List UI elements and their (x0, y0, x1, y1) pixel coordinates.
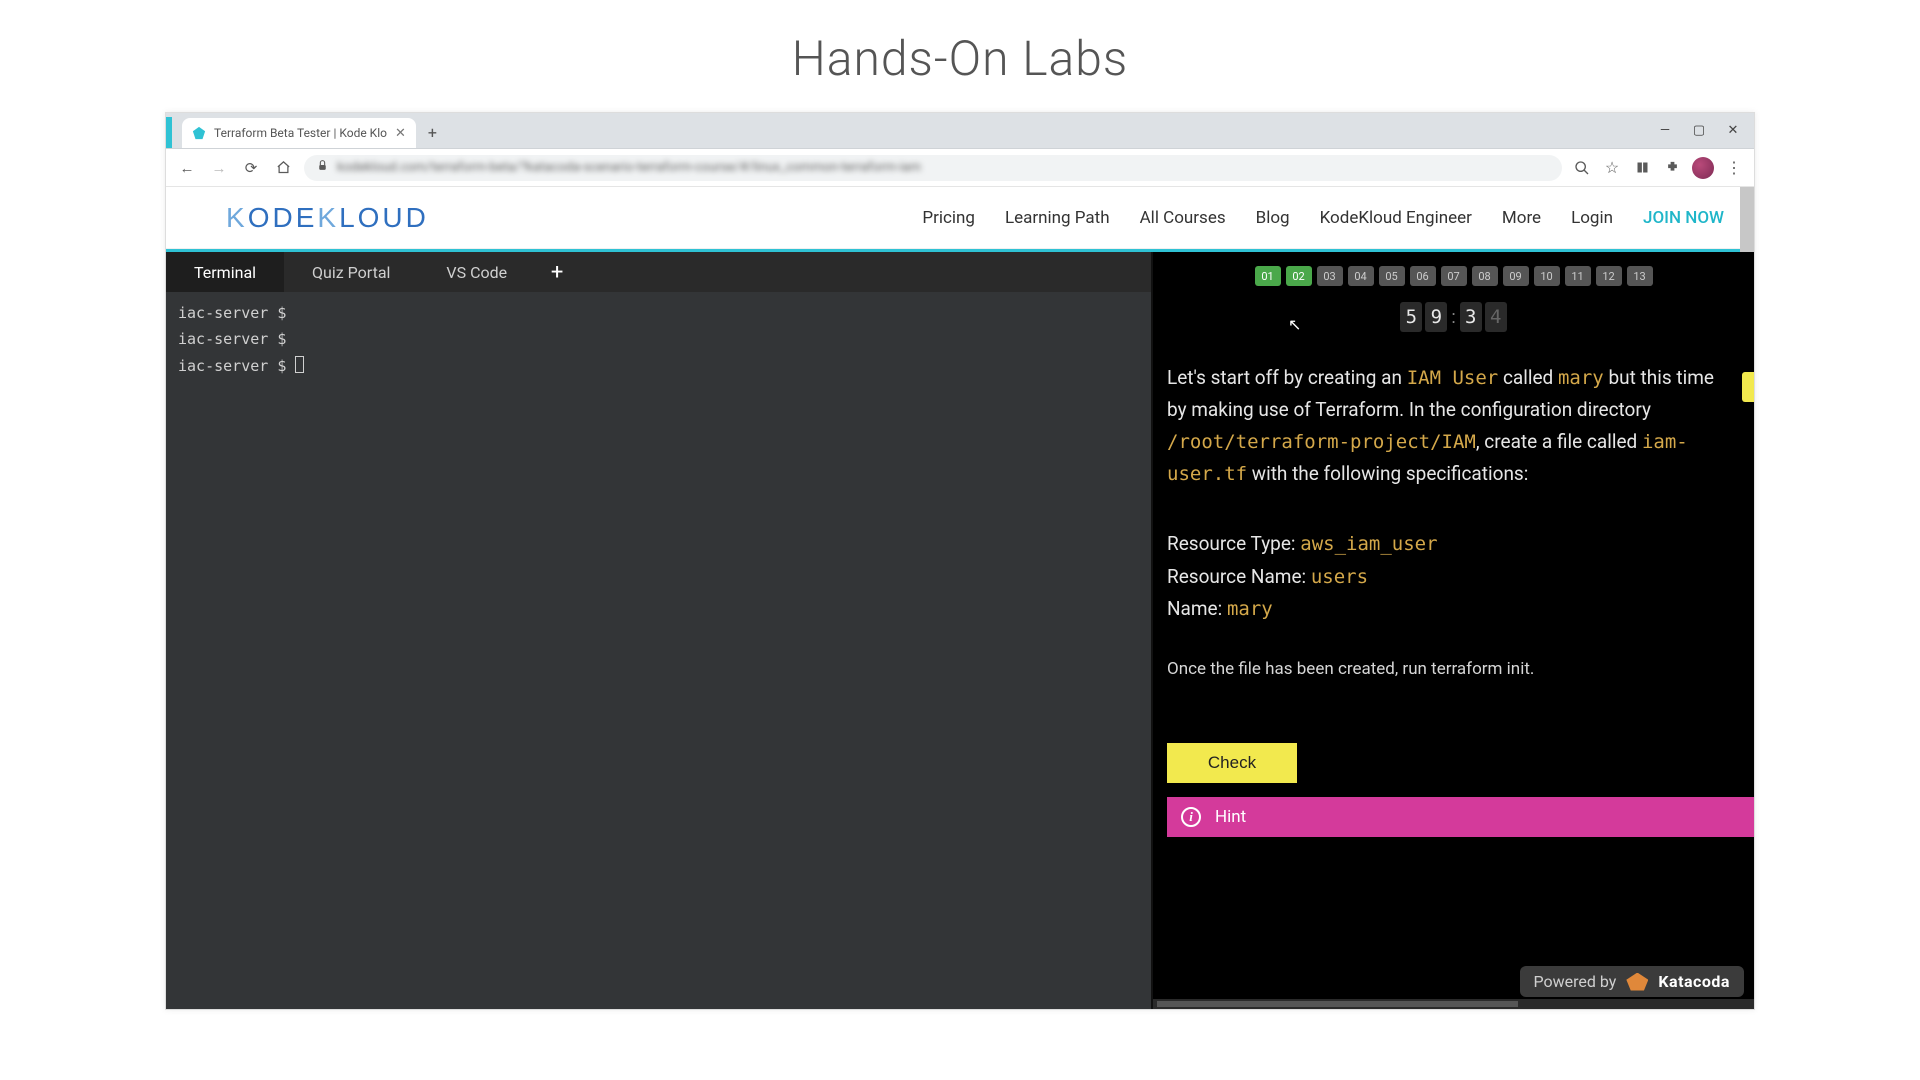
kebab-menu-icon[interactable]: ⋮ (1724, 158, 1744, 178)
step-11[interactable]: 11 (1565, 266, 1591, 286)
zoom-icon[interactable] (1572, 158, 1592, 178)
nav-blog[interactable]: Blog (1256, 208, 1290, 228)
right-panel: 01 02 03 04 05 06 07 08 09 10 11 12 13 5… (1151, 252, 1754, 1009)
tab-bar-accent (166, 117, 172, 148)
step-05[interactable]: 05 (1379, 266, 1405, 286)
nav-forward-icon[interactable]: → (208, 157, 230, 179)
terminal-cursor-icon (295, 356, 304, 373)
info-icon: i (1181, 807, 1201, 827)
url-field[interactable]: kodekloud.com/terraform-beta/?katacoda-s… (304, 155, 1562, 181)
nav-learning-path[interactable]: Learning Path (1005, 208, 1110, 228)
spec-resource-type: Resource Type: aws_iam_user (1167, 528, 1738, 560)
nav-reload-icon[interactable]: ⟳ (240, 157, 262, 179)
lock-icon (316, 159, 329, 176)
timer-digit: 9 (1425, 302, 1447, 332)
step-02[interactable]: 02 (1286, 266, 1312, 286)
browser-window: Terraform Beta Tester | Kode Klo ✕ + — ▢… (165, 112, 1755, 1010)
step-09[interactable]: 09 (1503, 266, 1529, 286)
code-mary: mary (1558, 367, 1604, 389)
hint-button[interactable]: i Hint (1167, 797, 1754, 837)
horizontal-scrollbar[interactable] (1153, 999, 1754, 1009)
nav-back-icon[interactable]: ← (176, 157, 198, 179)
terminal-line: iac-server $ (178, 326, 1139, 352)
tab-vs-code[interactable]: VS Code (418, 252, 535, 292)
spec-resource-name: Resource Name: users (1167, 561, 1738, 593)
page-title: Hands-On Labs (0, 0, 1920, 112)
timer-digit: 4 (1485, 302, 1507, 332)
powered-by-badge[interactable]: Powered by Katacoda (1520, 966, 1745, 997)
window-controls: — ▢ ✕ (1650, 117, 1748, 143)
katacoda-brand: Katacoda (1658, 972, 1730, 991)
url-text: kodekloud.com/terraform-beta/?katacoda-s… (337, 160, 921, 175)
katacoda-icon (1626, 973, 1648, 991)
nav-engineer[interactable]: KodeKloud Engineer (1320, 208, 1472, 228)
step-01[interactable]: 01 (1255, 266, 1281, 286)
code-path: /root/terraform-project/IAM (1167, 431, 1476, 453)
left-panel: Terminal Quiz Portal VS Code + iac-serve… (166, 252, 1151, 1009)
extensions-icon[interactable] (1662, 158, 1682, 178)
tab-quiz-portal[interactable]: Quiz Portal (284, 252, 418, 292)
nav-all-courses[interactable]: All Courses (1140, 208, 1226, 228)
reader-icon[interactable] (1632, 158, 1652, 178)
new-tab-button[interactable]: + (428, 123, 437, 148)
hint-label: Hint (1215, 807, 1246, 827)
nav-login[interactable]: Login (1571, 208, 1613, 228)
side-drawer-toggle[interactable] (1742, 372, 1754, 402)
step-10[interactable]: 10 (1534, 266, 1560, 286)
window-minimize-icon[interactable]: — (1650, 117, 1680, 143)
site-header: KODEKLOUD Pricing Learning Path All Cour… (166, 187, 1754, 249)
code-iam-user: IAM User (1407, 367, 1499, 389)
terminal[interactable]: iac-server $ iac-server $ iac-server $ (166, 292, 1151, 1009)
tab-title: Terraform Beta Tester | Kode Klo (214, 126, 387, 140)
countdown-timer: 5 9 : 3 4 (1153, 302, 1754, 332)
browser-tab-active[interactable]: Terraform Beta Tester | Kode Klo ✕ (182, 118, 416, 148)
instructions: Let's start off by creating an IAM User … (1153, 362, 1754, 683)
instruction-paragraph: Let's start off by creating an IAM User … (1167, 362, 1738, 490)
step-progress: 01 02 03 04 05 06 07 08 09 10 11 12 13 (1153, 252, 1754, 296)
timer-separator: : (1450, 302, 1456, 332)
spec-list: Resource Type: aws_iam_user Resource Nam… (1167, 528, 1738, 625)
powered-prefix: Powered by (1534, 972, 1617, 991)
step-12[interactable]: 12 (1596, 266, 1622, 286)
kodekloud-logo[interactable]: KODEKLOUD (226, 202, 429, 234)
timer-digit: 3 (1460, 302, 1482, 332)
nav-home-icon[interactable] (272, 157, 294, 179)
instruction-note: Once the file has been created, run terr… (1167, 655, 1738, 683)
browser-tab-bar: Terraform Beta Tester | Kode Klo ✕ + — ▢… (166, 113, 1754, 149)
window-maximize-icon[interactable]: ▢ (1684, 117, 1714, 143)
nav-more[interactable]: More (1502, 208, 1541, 228)
check-button[interactable]: Check (1167, 743, 1297, 783)
lab-tabs: Terminal Quiz Portal VS Code + (166, 252, 1151, 292)
nav-pricing[interactable]: Pricing (922, 208, 975, 228)
window-close-icon[interactable]: ✕ (1718, 117, 1748, 143)
url-toolbar: ← → ⟳ kodekloud.com/terraform-beta/?kata… (166, 149, 1754, 187)
nav-links: Pricing Learning Path All Courses Blog K… (922, 208, 1724, 228)
toolbar-right-icons: ☆ ⋮ (1572, 157, 1744, 179)
spec-name: Name: mary (1167, 593, 1738, 625)
tab-close-icon[interactable]: ✕ (395, 126, 406, 141)
tab-add-button[interactable]: + (535, 252, 579, 292)
terminal-line: iac-server $ (178, 300, 1139, 326)
timer-digit: 5 (1400, 302, 1422, 332)
step-06[interactable]: 06 (1410, 266, 1436, 286)
tab-terminal[interactable]: Terminal (166, 252, 284, 292)
step-04[interactable]: 04 (1348, 266, 1374, 286)
terminal-line: iac-server $ (178, 353, 1139, 379)
favicon-icon (192, 126, 206, 140)
bookmark-star-icon[interactable]: ☆ (1602, 158, 1622, 178)
step-13[interactable]: 13 (1627, 266, 1653, 286)
profile-avatar[interactable] (1692, 157, 1714, 179)
step-03[interactable]: 03 (1317, 266, 1343, 286)
step-07[interactable]: 07 (1441, 266, 1467, 286)
step-08[interactable]: 08 (1472, 266, 1498, 286)
nav-join-now[interactable]: JOIN NOW (1643, 208, 1724, 228)
lab-container: Terminal Quiz Portal VS Code + iac-serve… (166, 249, 1754, 1009)
